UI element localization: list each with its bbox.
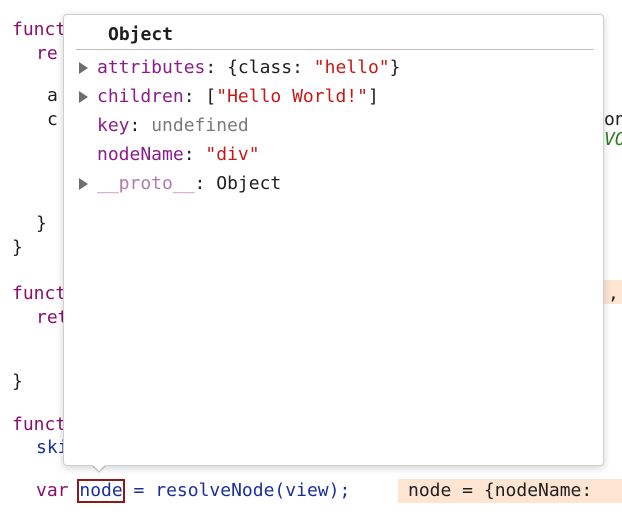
- property-key: nodeName: [97, 144, 184, 165]
- code-keyword-var: var: [36, 480, 80, 501]
- property-row-nodename: nodeName: "div": [76, 142, 260, 168]
- popover-divider: [76, 49, 594, 50]
- property-key: key: [97, 115, 130, 136]
- property-value-string: "Hello World!": [216, 86, 368, 107]
- property-separator: :: [129, 115, 152, 136]
- property-row-attributes[interactable]: attributes: {class: "hello"}: [76, 55, 400, 81]
- code-comma: ,: [608, 283, 619, 304]
- property-value-prefix: {class:: [227, 57, 314, 78]
- code-keyword-function: funct: [12, 283, 67, 304]
- property-value-string: "div": [205, 144, 260, 165]
- property-row-proto[interactable]: __proto__: Object: [76, 171, 281, 197]
- property-value-undefined: undefined: [151, 115, 249, 136]
- code-editor[interactable]: funct re a c on VOL } } funct ret , } fu…: [0, 0, 622, 512]
- property-separator: :: [183, 144, 206, 165]
- object-preview-popover[interactable]: Object attributes: {class: "hello"} chil…: [63, 14, 604, 466]
- property-row-children[interactable]: children: ["Hello World!"]: [76, 84, 379, 110]
- code-keyword-return: re: [36, 43, 58, 64]
- property-value-suffix: }: [389, 57, 401, 78]
- disclosure-triangle-icon[interactable]: [79, 178, 88, 190]
- code-brace: }: [12, 237, 23, 258]
- disclosure-triangle-icon[interactable]: [79, 62, 88, 74]
- disclosure-triangle-icon[interactable]: [79, 91, 88, 103]
- property-key: children: [97, 86, 184, 107]
- property-value-suffix: ]: [367, 86, 379, 107]
- code-brace: }: [12, 371, 23, 392]
- property-separator: :: [205, 57, 228, 78]
- code-fragment: c: [47, 109, 58, 130]
- hovered-token-node[interactable]: node: [77, 479, 125, 503]
- code-fragment: a: [47, 85, 58, 106]
- property-value-prefix: [: [205, 86, 217, 107]
- property-separator: :: [194, 173, 217, 194]
- property-value-object: Object: [216, 173, 282, 194]
- popover-title: Object: [108, 24, 174, 45]
- code-keyword-function: funct: [12, 19, 67, 40]
- property-value-string: "hello": [313, 57, 390, 78]
- code-brace: }: [36, 213, 47, 234]
- inline-value-text: node = {nodeName:: [408, 480, 593, 501]
- property-row-key: key: undefined: [76, 113, 249, 139]
- property-key: attributes: [97, 57, 206, 78]
- popover-arrow: [87, 459, 111, 471]
- property-separator: :: [183, 86, 206, 107]
- property-key: __proto__: [97, 173, 195, 194]
- code-keyword-function: funct: [12, 414, 67, 435]
- code-string-fragment: VOL: [604, 129, 622, 150]
- code-call-resolve-node: = resolveNode(view);: [122, 480, 351, 501]
- code-line-var-node: var node = resolveNode(view);: [36, 479, 350, 503]
